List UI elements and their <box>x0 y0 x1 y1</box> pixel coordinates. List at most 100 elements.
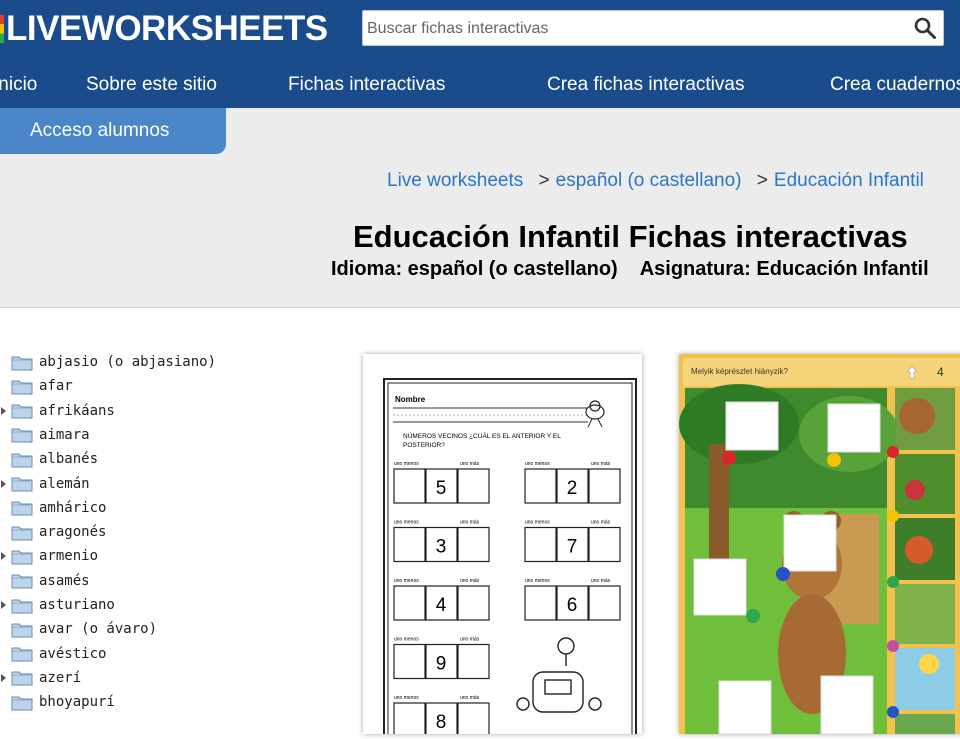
sidebar-language-item[interactable]: albanés <box>0 447 98 471</box>
sidebar-language-item[interactable]: afar <box>0 374 73 398</box>
answer-box-before[interactable] <box>524 585 557 621</box>
after-label: uno más <box>460 695 480 701</box>
expand-arrow-icon[interactable] <box>0 593 11 617</box>
nav-fichas[interactable]: Fichas interactivas <box>288 62 445 108</box>
answer-box-before[interactable] <box>524 526 557 563</box>
sidebar-language-label: aimara <box>39 426 90 443</box>
sidebar-language-item[interactable]: amhárico <box>0 496 106 520</box>
answer-box-before[interactable] <box>393 526 426 563</box>
sidebar-language-item[interactable]: avar (o ávaro) <box>0 617 157 641</box>
nav-crea-cuadernos[interactable]: Crea cuadernos <box>830 62 960 108</box>
nav-sobre[interactable]: Sobre este sitio <box>86 62 217 108</box>
breadcrumb-link-home[interactable]: Live worksheets <box>387 170 523 191</box>
breadcrumb-link-subject[interactable]: Educación Infantil <box>774 170 924 191</box>
given-number: 8 <box>436 712 447 733</box>
number-box-group: uno menos uno más 7 <box>524 520 621 563</box>
expand-arrow-icon[interactable] <box>0 472 11 496</box>
expand-arrow-icon[interactable] <box>0 666 11 690</box>
sidebar-language-item[interactable]: avéstico <box>0 642 106 666</box>
folder-icon-wrap <box>11 694 39 711</box>
folder-icon-wrap <box>11 499 39 516</box>
sidebar-language-item[interactable]: afrikáans <box>0 399 115 423</box>
answer-box-before[interactable] <box>393 585 426 621</box>
folder-icon <box>11 477 33 492</box>
worksheet-card-puzzle[interactable]: Melyik képrészlet hiányzik? 4 <box>679 354 960 735</box>
answer-box-after[interactable] <box>457 468 490 504</box>
sidebar-language-item[interactable]: armenio <box>0 544 98 568</box>
answer-box-after[interactable] <box>588 526 621 563</box>
before-label: uno menos <box>394 578 419 584</box>
ws-name-label: Nombre <box>395 395 426 404</box>
folder-icon <box>11 380 33 395</box>
answer-box-after[interactable] <box>457 643 490 680</box>
nav-crea-fichas[interactable]: Crea fichas interactivas <box>547 62 744 108</box>
folder-icon-wrap <box>11 354 39 371</box>
ws-puzzle-question: Melyik képrészlet hiányzik? <box>691 367 788 376</box>
answer-box-after[interactable] <box>457 585 490 621</box>
search-input[interactable] <box>365 11 909 47</box>
folder-icon <box>11 404 33 419</box>
ws-instruction: NÚMEROS VECINOS ¿CUÁL ES EL ANTERIOR Y E… <box>403 431 561 440</box>
number-box-group: uno menos uno más 3 <box>393 520 490 563</box>
after-label: uno más <box>591 520 611 526</box>
expand-arrow-icon[interactable] <box>0 544 11 568</box>
number-box-group: uno menos uno más 5 <box>393 461 490 504</box>
given-number: 2 <box>567 478 578 499</box>
answer-box-after[interactable] <box>457 526 490 563</box>
folder-icon-wrap <box>11 572 39 589</box>
before-label: uno menos <box>394 637 419 643</box>
answer-box-before[interactable] <box>393 643 426 680</box>
logo-text: LIVEWORKSHEETS <box>6 9 328 48</box>
folder-icon <box>11 428 33 443</box>
breadcrumb-separator: > <box>756 170 768 191</box>
sidebar-language-item[interactable]: asamés <box>0 569 90 593</box>
folder-icon <box>11 599 33 613</box>
after-label: uno más <box>591 578 611 584</box>
folder-icon-wrap <box>11 451 39 468</box>
nav-inicio-label: Inicio <box>0 74 38 95</box>
breadcrumb-link-language[interactable]: español (o castellano) <box>556 170 742 191</box>
answer-box-after[interactable] <box>457 702 490 738</box>
sidebar-language-label: alemán <box>39 475 90 492</box>
svg-text:POSTERIOR?: POSTERIOR? <box>403 442 445 449</box>
site-logo[interactable]: LIVEWORKSHEETS <box>0 9 328 49</box>
folder-icon <box>11 550 33 565</box>
given-number: 4 <box>436 595 447 616</box>
sidebar-language-label: armenio <box>39 548 99 565</box>
sidebar-language-label: aragonés <box>39 524 107 541</box>
sidebar-language-item[interactable]: abjasio (o abjasiano) <box>0 350 216 374</box>
nav-inicio[interactable]: Inicio <box>0 62 37 108</box>
before-label: uno menos <box>525 461 550 467</box>
before-label: uno menos <box>525 578 550 584</box>
sidebar-language-label: avar (o ávaro) <box>39 621 158 638</box>
folder-icon <box>11 574 33 589</box>
sidebar-language-item[interactable]: azerí <box>0 666 81 690</box>
sidebar-language-item[interactable]: bhoyapurí <box>0 690 115 714</box>
sidebar-language-item[interactable]: aragonés <box>0 520 106 544</box>
answer-box-before[interactable] <box>393 702 426 738</box>
search-icon[interactable] <box>913 16 937 40</box>
answer-box-after[interactable] <box>588 585 621 621</box>
sidebar-language-item[interactable]: asturiano <box>0 593 115 617</box>
given-number: 9 <box>436 654 447 675</box>
answer-box-before[interactable] <box>524 468 557 504</box>
folder-icon-wrap <box>11 669 39 686</box>
sidebar-language-label: asturiano <box>39 597 115 613</box>
breadcrumb: Live worksheets > español (o castellano) … <box>387 170 924 192</box>
folder-icon-wrap <box>11 524 39 541</box>
logo-mark-icon <box>0 15 4 43</box>
given-number: 3 <box>436 537 447 558</box>
answer-box-after[interactable] <box>588 468 621 504</box>
folder-icon-wrap <box>11 402 39 419</box>
expand-arrow-icon[interactable] <box>0 399 11 423</box>
sidebar-language-item[interactable]: alemán <box>0 472 90 496</box>
worksheet-card-numbers[interactable]: Nombre NÚMEROS VECINOS ¿CUÁL ES EL ANTER… <box>363 354 642 739</box>
number-box-group: uno menos uno más 4 <box>393 578 490 621</box>
sidebar-language-item[interactable]: aimara <box>0 423 90 447</box>
bird-house-icon <box>516 637 602 713</box>
answer-box-before[interactable] <box>393 468 426 504</box>
